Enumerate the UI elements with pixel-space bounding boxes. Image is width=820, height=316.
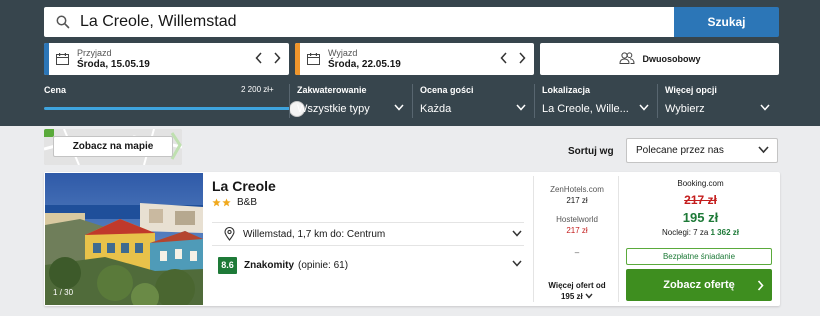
price-filter-max: 2 200 zł+ — [241, 85, 274, 94]
sort-select[interactable]: Polecane przez nas — [626, 138, 778, 163]
best-deal-nights: Noclegi: 7 za 1 362 zł — [662, 228, 739, 237]
offer-site: ZenHotels.com — [550, 185, 604, 194]
filter-divider — [657, 84, 658, 118]
rating-score-badge: 8.6 — [218, 256, 237, 274]
hotel-photo[interactable]: 1 / 30 — [45, 173, 203, 305]
offer-price: 217 zł — [566, 226, 588, 235]
chevron-down-icon — [585, 292, 593, 301]
hotel-photo-image — [45, 173, 203, 305]
guest-rating-filter-label: Ocena gości — [420, 85, 474, 95]
best-deal-total: 1 362 zł — [710, 228, 739, 237]
location-filter[interactable]: Lokalizacja La Creole, Wille... — [542, 85, 649, 115]
chevron-left-icon[interactable] — [500, 52, 508, 64]
hotel-location-row[interactable]: Willemstad, 1,7 km do: Centrum — [212, 222, 524, 246]
filter-divider — [289, 84, 290, 118]
view-deal-button[interactable]: Zobacz ofertę — [626, 269, 772, 301]
checkin-date-field[interactable]: Przyjazd Środa, 15.05.19 — [44, 43, 289, 75]
chevron-down-icon — [639, 104, 649, 111]
location-filter-label: Lokalizacja — [542, 85, 591, 95]
chevron-down-icon — [394, 104, 404, 111]
chevron-down-icon — [512, 230, 522, 237]
accommodation-filter-value: Wszystkie typy — [297, 103, 370, 115]
chevron-right-icon[interactable] — [518, 52, 526, 64]
show-on-map-button[interactable]: Zobacz na mapie — [53, 136, 173, 157]
offer-price: 217 zł — [566, 196, 588, 205]
sort-label: Sortuj wg — [568, 146, 614, 157]
more-options-filter-value: Wybierz — [665, 103, 705, 115]
best-deal-old-price: 217 zł — [684, 193, 717, 207]
offer-item[interactable]: ZenHotels.com 217 zł — [534, 185, 620, 205]
chevron-down-icon — [516, 104, 526, 111]
offer-site: Hostelworld — [556, 215, 598, 224]
best-deal-column: Booking.com 217 zł 195 zł Noclegi: 7 za … — [625, 176, 776, 302]
people-icon — [618, 52, 635, 66]
map-pin-icon — [224, 227, 235, 241]
star-icon — [212, 198, 221, 210]
chevron-left-icon[interactable] — [255, 52, 263, 64]
filter-divider — [534, 84, 535, 118]
rating-review-count: (opinie: 61) — [298, 259, 349, 271]
destination-input[interactable] — [80, 13, 640, 31]
more-offers-label: Więcej ofert od — [548, 281, 606, 290]
chevron-right-icon[interactable] — [273, 52, 281, 64]
calendar-icon — [56, 53, 69, 65]
room-type-label: Dwuosobowy — [642, 54, 701, 64]
more-offers-link[interactable]: Więcej ofert od 195 zł — [534, 280, 620, 302]
chevron-down-icon — [758, 146, 769, 154]
guest-rating-filter-value: Każda — [420, 103, 452, 115]
hotel-rating-row[interactable]: 8.6 Znakomity (opinie: 61) — [212, 254, 524, 276]
checkin-stripe — [44, 43, 49, 75]
checkout-date-field[interactable]: Wyjazd Środa, 22.05.19 — [295, 43, 534, 75]
location-filter-value: La Creole, Wille... — [542, 103, 629, 115]
hotel-stars — [212, 198, 231, 210]
rating-word: Znakomity — [244, 259, 295, 271]
other-offers-column: ZenHotels.com 217 zł Hostelworld 217 zł … — [533, 176, 619, 302]
accommodation-filter[interactable]: Zakwaterowanie Wszystkie typy — [297, 85, 404, 115]
search-button[interactable]: Szukaj — [674, 7, 779, 37]
star-icon — [222, 198, 231, 210]
search-header: Szukaj Przyjazd Środa, 15.05.19 Wyjazd Ś… — [0, 0, 820, 126]
offer-item[interactable]: Hostelworld 217 zł — [534, 215, 620, 235]
map-preview[interactable]: Zobacz na mapie — [44, 129, 182, 165]
search-icon — [56, 15, 70, 29]
filter-divider — [412, 84, 413, 118]
view-deal-label: Zobacz ofertę — [663, 279, 735, 291]
offer-dash: – — [574, 248, 580, 257]
more-offers-price: 195 zł — [534, 291, 620, 302]
free-breakfast-badge: Bezpłatne śniadanie — [626, 248, 772, 265]
hotel-location-text: Willemstad, 1,7 km do: Centrum — [243, 228, 386, 240]
best-deal-price: 195 zł — [682, 210, 719, 225]
checkin-value: Środa, 15.05.19 — [77, 59, 150, 70]
hotel-name[interactable]: La Creole — [212, 178, 276, 194]
best-deal-site: Booking.com — [677, 179, 724, 188]
guest-rating-filter[interactable]: Ocena gości Każda — [420, 85, 526, 115]
photo-counter: 1 / 30 — [53, 288, 74, 297]
accommodation-filter-label: Zakwaterowanie — [297, 85, 367, 95]
offer-placeholder: – — [534, 248, 620, 257]
chevron-down-icon — [760, 104, 770, 111]
calendar-icon — [307, 53, 320, 65]
more-options-filter[interactable]: Więcej opcji Wybierz — [665, 85, 770, 115]
destination-search-field[interactable] — [44, 7, 674, 37]
checkout-label: Wyjazd — [328, 48, 358, 58]
checkout-stripe — [295, 43, 300, 75]
room-type-selector[interactable]: Dwuosobowy — [540, 43, 779, 75]
hotel-type: B&B — [237, 197, 258, 208]
chevron-right-icon — [757, 280, 764, 291]
checkout-value: Środa, 22.05.19 — [328, 59, 401, 70]
hotel-result-card: 1 / 30 La Creole B&B Willemstad, 1,7 km … — [44, 172, 780, 306]
more-options-filter-label: Więcej opcji — [665, 85, 717, 95]
chevron-down-icon — [512, 260, 522, 267]
checkin-label: Przyjazd — [77, 48, 112, 58]
sort-select-value: Polecane przez nas — [636, 145, 724, 156]
price-filter-label: Cena — [44, 85, 67, 95]
price-slider-track[interactable] — [44, 107, 300, 110]
